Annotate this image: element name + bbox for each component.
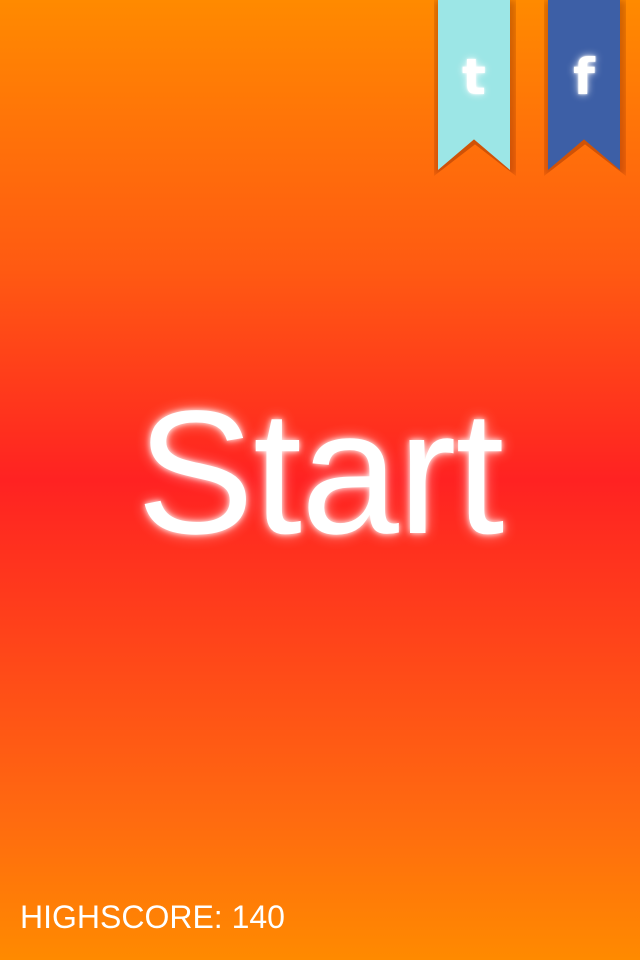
start-button[interactable]: Start	[0, 385, 640, 561]
highscore-value: 140	[231, 899, 285, 935]
tumblr-icon: t	[462, 48, 486, 106]
game-start-screen: t f Start HIGHSCORE: 140	[0, 0, 640, 960]
highscore-label: HIGHSCORE: 140	[20, 901, 285, 933]
highscore-text: HIGHSCORE:	[20, 899, 223, 935]
facebook-icon: f	[573, 48, 595, 106]
